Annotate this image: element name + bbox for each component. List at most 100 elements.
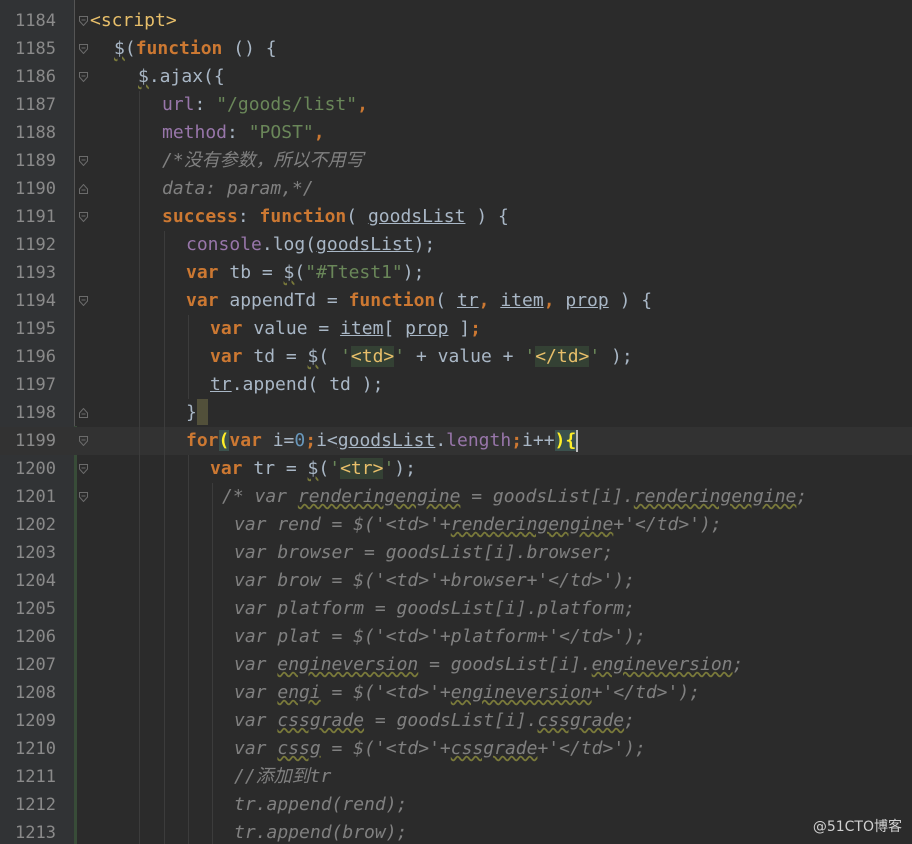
fold-open-icon[interactable] [79, 72, 88, 82]
line-number: 1202 [15, 515, 56, 535]
code-token: cssgrade [537, 710, 625, 731]
line-number: 1195 [15, 319, 56, 339]
line-number: 1208 [15, 683, 56, 703]
code-token: = goodsList[i]. [460, 486, 634, 507]
code-token: , [313, 122, 325, 143]
code-token: function [259, 206, 347, 227]
code-text: var engineversion = goodsList[i].enginev… [234, 651, 743, 679]
code-text: $(function () { [114, 35, 277, 63]
code-token: cssgrade [450, 738, 538, 759]
code-text: var cssgrade = goodsList[i].cssgrade; [234, 707, 635, 735]
code-line[interactable]: 1198} [0, 399, 912, 427]
code-token: prop [565, 290, 609, 311]
fold-open-icon[interactable] [79, 464, 88, 474]
fold-close-icon[interactable] [79, 184, 88, 194]
line-number: 1186 [15, 67, 56, 87]
code-line[interactable]: 1201 /* var renderingengine = goodsList[i… [0, 483, 912, 511]
code-line[interactable]: 1212 tr.append(rend); [0, 791, 912, 819]
code-line[interactable]: 1213 tr.append(brow); [0, 819, 912, 844]
fold-open-icon[interactable] [79, 16, 88, 26]
fold-open-icon[interactable] [79, 156, 88, 166]
code-text: data: param,*/ [162, 175, 314, 203]
code-line[interactable]: 1200 var tr = $('<tr>'); [0, 455, 912, 483]
code-line[interactable]: 1209 var cssgrade = goodsList[i].cssgrade… [0, 707, 912, 735]
line-number: 1207 [15, 655, 56, 675]
code-text: tr.append(brow); [234, 819, 407, 844]
code-editor[interactable]: 1184 <script> 1185 $(function () { 1186 $.aja… [0, 0, 912, 844]
line-number: 1196 [15, 347, 56, 367]
code-token: +'</td>'); [591, 682, 701, 703]
code-line[interactable]: 1211 //添加到tr [0, 763, 912, 791]
code-line[interactable]: 1196 var td = $( '<td>' + value + '</td>'… [0, 343, 912, 371]
code-line[interactable]: 1204 var brow = $('<td>'+browser+'</td>')… [0, 567, 912, 595]
code-line[interactable]: 1189 /*没有参数，所以不用写 [0, 147, 912, 175]
code-line[interactable]: 1195 var value = item[ prop ]; [0, 315, 912, 343]
code-line[interactable]: 1190 data: param,*/ [0, 175, 912, 203]
line-number: 1188 [15, 123, 56, 143]
fold-open-icon[interactable] [79, 492, 88, 502]
code-token: var platform = goodsList[i].platform; [234, 598, 635, 619]
code-line[interactable]: 1188 method: "POST", [0, 119, 912, 147]
code-line[interactable]: 1187 url: "/goods/list", [0, 91, 912, 119]
code-token: ; [624, 710, 635, 731]
code-line[interactable]: 1191 success: function( goodsList ) { [0, 203, 912, 231]
code-line[interactable]: 1205 var platform = goodsList[i].platform… [0, 595, 912, 623]
code-line[interactable]: 1206 var plat = $('<td>'+platform+'</td>'… [0, 623, 912, 651]
code-token: $ [114, 38, 125, 59]
code-token: .append( td ); [231, 374, 384, 395]
code-token: goodsList [316, 234, 414, 255]
fold-open-icon[interactable] [79, 436, 88, 446]
code-line[interactable]: 1192 console.log(goodsList); [0, 231, 912, 259]
code-token: var plat = $('<td>'+platform+'</td>'); [234, 626, 646, 647]
line-number: 1191 [15, 207, 56, 227]
code-text: <script> [90, 7, 177, 35]
code-token: var [234, 710, 278, 731]
code-line[interactable]: 1197 tr.append( td ); [0, 371, 912, 399]
code-token: ; [305, 430, 317, 451]
code-text: var platform = goodsList[i].platform; [234, 595, 635, 623]
code-token: ' [394, 346, 406, 367]
code-line[interactable]: 1207 var engineversion = goodsList[i].eng… [0, 651, 912, 679]
code-token: engi [277, 682, 321, 703]
code-token: var [234, 738, 278, 759]
code-line[interactable]: 1202 var rend = $('<td>'+renderingengine+… [0, 511, 912, 539]
code-token: var [210, 458, 243, 479]
line-number: 1209 [15, 711, 56, 731]
code-token: $ [283, 262, 295, 283]
code-line[interactable]: 1210 var cssg = $('<td>'+cssgrade+'</td>'… [0, 735, 912, 763]
code-token: ( [318, 458, 330, 479]
code-line[interactable]: 1199 for(var i=0;i<goodsList.length;i++){ [0, 427, 912, 455]
code-text: var brow = $('<td>'+browser+'</td>'); [234, 567, 635, 595]
code-token: ; [511, 430, 523, 451]
code-text: console.log(goodsList); [186, 231, 435, 259]
code-text: success: function( goodsList ) { [162, 203, 509, 231]
code-token: data: param,*/ [162, 178, 314, 199]
line-number: 1197 [15, 375, 56, 395]
fold-open-icon[interactable] [79, 44, 88, 54]
code-token: var [210, 346, 243, 367]
code-line[interactable]: 1208 var engi = $('<td>'+engineversion+'<… [0, 679, 912, 707]
code-text: $.ajax({ [138, 63, 225, 91]
line-number: 1206 [15, 627, 56, 647]
code-line[interactable]: 1203 var browser = goodsList[i].browser; [0, 539, 912, 567]
line-number: 1194 [15, 291, 56, 311]
code-token: = $('<td>'+ [320, 738, 451, 759]
code-line[interactable]: 1186 $.ajax({ [0, 63, 912, 91]
code-text: method: "POST", [162, 119, 325, 147]
fold-open-icon[interactable] [79, 296, 88, 306]
code-line[interactable]: 1193 var tb = $("#Ttest1"); [0, 259, 912, 287]
text-caret [576, 430, 579, 452]
code-line[interactable]: 1184 <script> [0, 7, 912, 35]
indent-guide [188, 315, 189, 399]
line-number: 1187 [15, 95, 56, 115]
fold-open-icon[interactable] [79, 212, 88, 222]
line-number: 1198 [15, 403, 56, 423]
code-line[interactable]: 1194 var appendTd = function( tr, item, p… [0, 287, 912, 315]
code-token: renderingengine [450, 514, 614, 535]
code-token: ' [383, 458, 395, 479]
code-line[interactable]: 1185 $(function () { [0, 35, 912, 63]
code-token: : [237, 206, 260, 227]
fold-close-icon[interactable] [79, 408, 88, 418]
